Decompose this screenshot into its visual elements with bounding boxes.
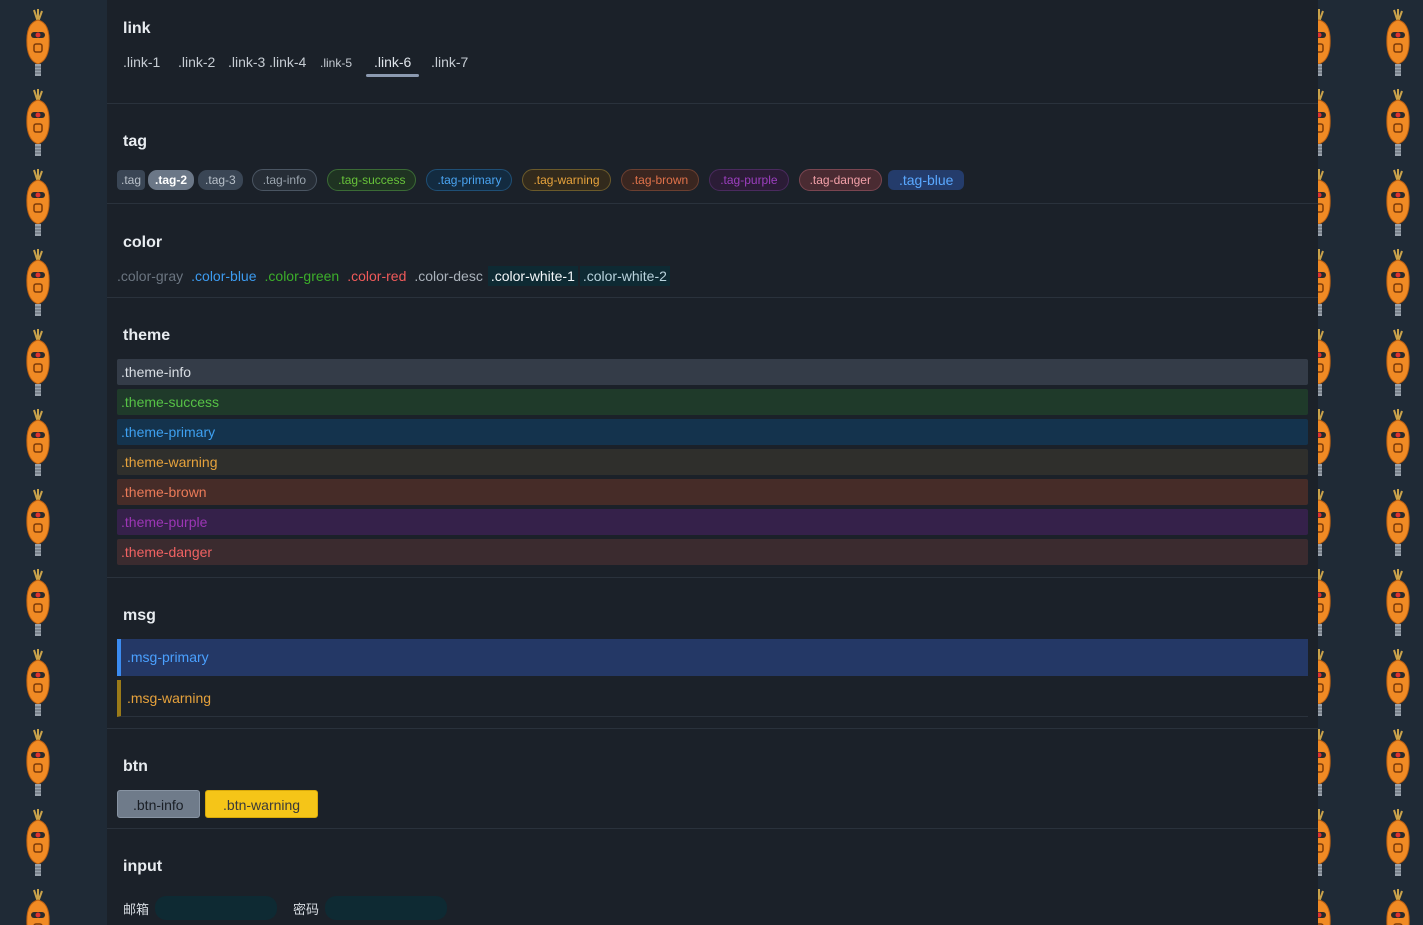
theme-danger: .theme-danger [117, 539, 1308, 565]
main-panel: link .link-1 .link-2 .link-3 .link-4 .li… [107, 0, 1318, 925]
carrot-robot-icon [21, 648, 55, 720]
section-title-input: input [123, 858, 163, 875]
tag-primary: .tag-primary [426, 169, 513, 191]
theme-primary: .theme-primary [117, 419, 1308, 445]
theme-success: .theme-success [117, 389, 1308, 415]
section-title-msg: msg [123, 607, 156, 624]
btn-warning[interactable]: .btn-warning [205, 790, 319, 818]
carrot-robot-icon [1318, 888, 1336, 925]
carrot-robot-icon [1381, 488, 1415, 560]
carrot-robot-icon [1318, 728, 1336, 800]
link-6[interactable]: .link-6 [374, 54, 411, 70]
carrot-robot-icon [21, 808, 55, 880]
tag-purple: .tag-purple [709, 169, 789, 191]
carrot-robot-icon [1381, 8, 1415, 80]
tag-info: .tag-info [251, 169, 318, 191]
carrot-robot-icon [21, 88, 55, 160]
tag-row: .tag .tag-2 .tag-3 .tag-info .tag-succes… [117, 168, 1308, 192]
section-title-link: link [123, 20, 151, 37]
carrot-robot-icon [1381, 808, 1415, 880]
carrot-robot-icon [1381, 168, 1415, 240]
color-white-1: .color-white-1 [487, 266, 578, 286]
carrot-robot-icon [21, 728, 55, 800]
carrot-robot-icon [1318, 568, 1336, 640]
section-title-theme: theme [123, 327, 171, 344]
carrot-robot-icon [21, 488, 55, 560]
carrot-robot-icon [1381, 568, 1415, 640]
carrot-robot-icon [1318, 808, 1336, 880]
carrot-robot-icon [1318, 328, 1336, 400]
color-desc: .color-desc [414, 268, 483, 284]
carrot-robot-icon [21, 568, 55, 640]
tag-success: .tag-success [327, 169, 417, 191]
password-label: 密码 [293, 901, 320, 917]
carrot-robot-icon [1381, 888, 1415, 925]
color-red: .color-red [347, 268, 407, 284]
section-title-tag: tag [123, 133, 147, 150]
carrot-robot-icon [1381, 88, 1415, 160]
color-white-2: .color-white-2 [579, 266, 670, 286]
carrot-robot-icon [21, 408, 55, 480]
carrot-robot-icon [21, 328, 55, 400]
background-pattern-right [1318, 0, 1423, 925]
color-gray: .color-gray [117, 268, 184, 284]
background-pattern-left [0, 0, 100, 925]
email-field[interactable] [155, 896, 278, 920]
link-row: .link-1 .link-2 .link-3 .link-4 .link-5 … [117, 54, 1308, 88]
carrot-robot-icon [1318, 408, 1336, 480]
tag-3: .tag-3 [198, 170, 243, 190]
color-green: .color-green [264, 268, 340, 284]
carrot-robot-icon [1318, 8, 1336, 80]
carrot-robot-icon [1381, 648, 1415, 720]
tag-brown: .tag-brown [620, 169, 700, 191]
email-label: 邮箱 [123, 901, 150, 917]
section-theme: theme .theme-info .theme-success .theme-… [107, 298, 1318, 578]
theme-info: .theme-info [117, 359, 1308, 385]
active-link-indicator [366, 74, 419, 77]
msg-warning: .msg-warning [117, 680, 1308, 717]
btn-row: .btn-info .btn-warning [117, 790, 1308, 818]
section-color: color .color-gray .color-blue .color-gre… [107, 204, 1318, 298]
tag-warning: .tag-warning [522, 169, 611, 191]
carrot-robot-icon [1318, 648, 1336, 720]
msg-primary: .msg-primary [117, 639, 1308, 676]
carrot-robot-icon [21, 888, 55, 925]
carrot-robot-icon [1381, 328, 1415, 400]
color-row: .color-gray .color-blue .color-green .co… [117, 266, 1308, 286]
link-7[interactable]: .link-7 [431, 54, 468, 70]
tag-danger: .tag-danger [798, 169, 882, 191]
link-1[interactable]: .link-1 [123, 54, 160, 70]
carrot-robot-icon [1381, 408, 1415, 480]
section-btn: btn .btn-info .btn-warning [107, 729, 1318, 829]
input-row: 邮箱 密码 [123, 896, 1308, 920]
theme-brown: .theme-brown [117, 479, 1308, 505]
carrot-robot-icon [1318, 88, 1336, 160]
tag: .tag [117, 170, 146, 190]
tag-blue: .tag-blue [887, 170, 965, 190]
theme-purple: .theme-purple [117, 509, 1308, 535]
section-link: link .link-1 .link-2 .link-3 .link-4 .li… [107, 0, 1318, 104]
carrot-robot-icon [21, 248, 55, 320]
carrot-robot-icon [1318, 248, 1336, 320]
section-input: input 邮箱 密码 [107, 829, 1318, 920]
section-title-color: color [123, 234, 163, 251]
carrot-robot-icon [21, 168, 55, 240]
carrot-robot-icon [1318, 488, 1336, 560]
theme-warning: .theme-warning [117, 449, 1308, 475]
section-title-btn: btn [123, 758, 148, 775]
link-4[interactable]: .link-4 [269, 54, 306, 70]
carrot-robot-icon [1318, 168, 1336, 240]
tag-2: .tag-2 [148, 170, 195, 190]
password-field[interactable] [325, 896, 448, 920]
link-2[interactable]: .link-2 [178, 54, 215, 70]
carrot-robot-icon [1381, 728, 1415, 800]
carrot-robot-icon [21, 8, 55, 80]
carrot-robot-icon [1381, 248, 1415, 320]
link-3[interactable]: .link-3 [228, 54, 265, 70]
section-tag: tag .tag .tag-2 .tag-3 .tag-info .tag-su… [107, 104, 1318, 204]
btn-info[interactable]: .btn-info [117, 790, 200, 818]
link-5[interactable]: .link-5 [320, 56, 352, 70]
color-blue: .color-blue [191, 268, 257, 284]
section-msg: msg .msg-primary .msg-warning [107, 578, 1318, 729]
